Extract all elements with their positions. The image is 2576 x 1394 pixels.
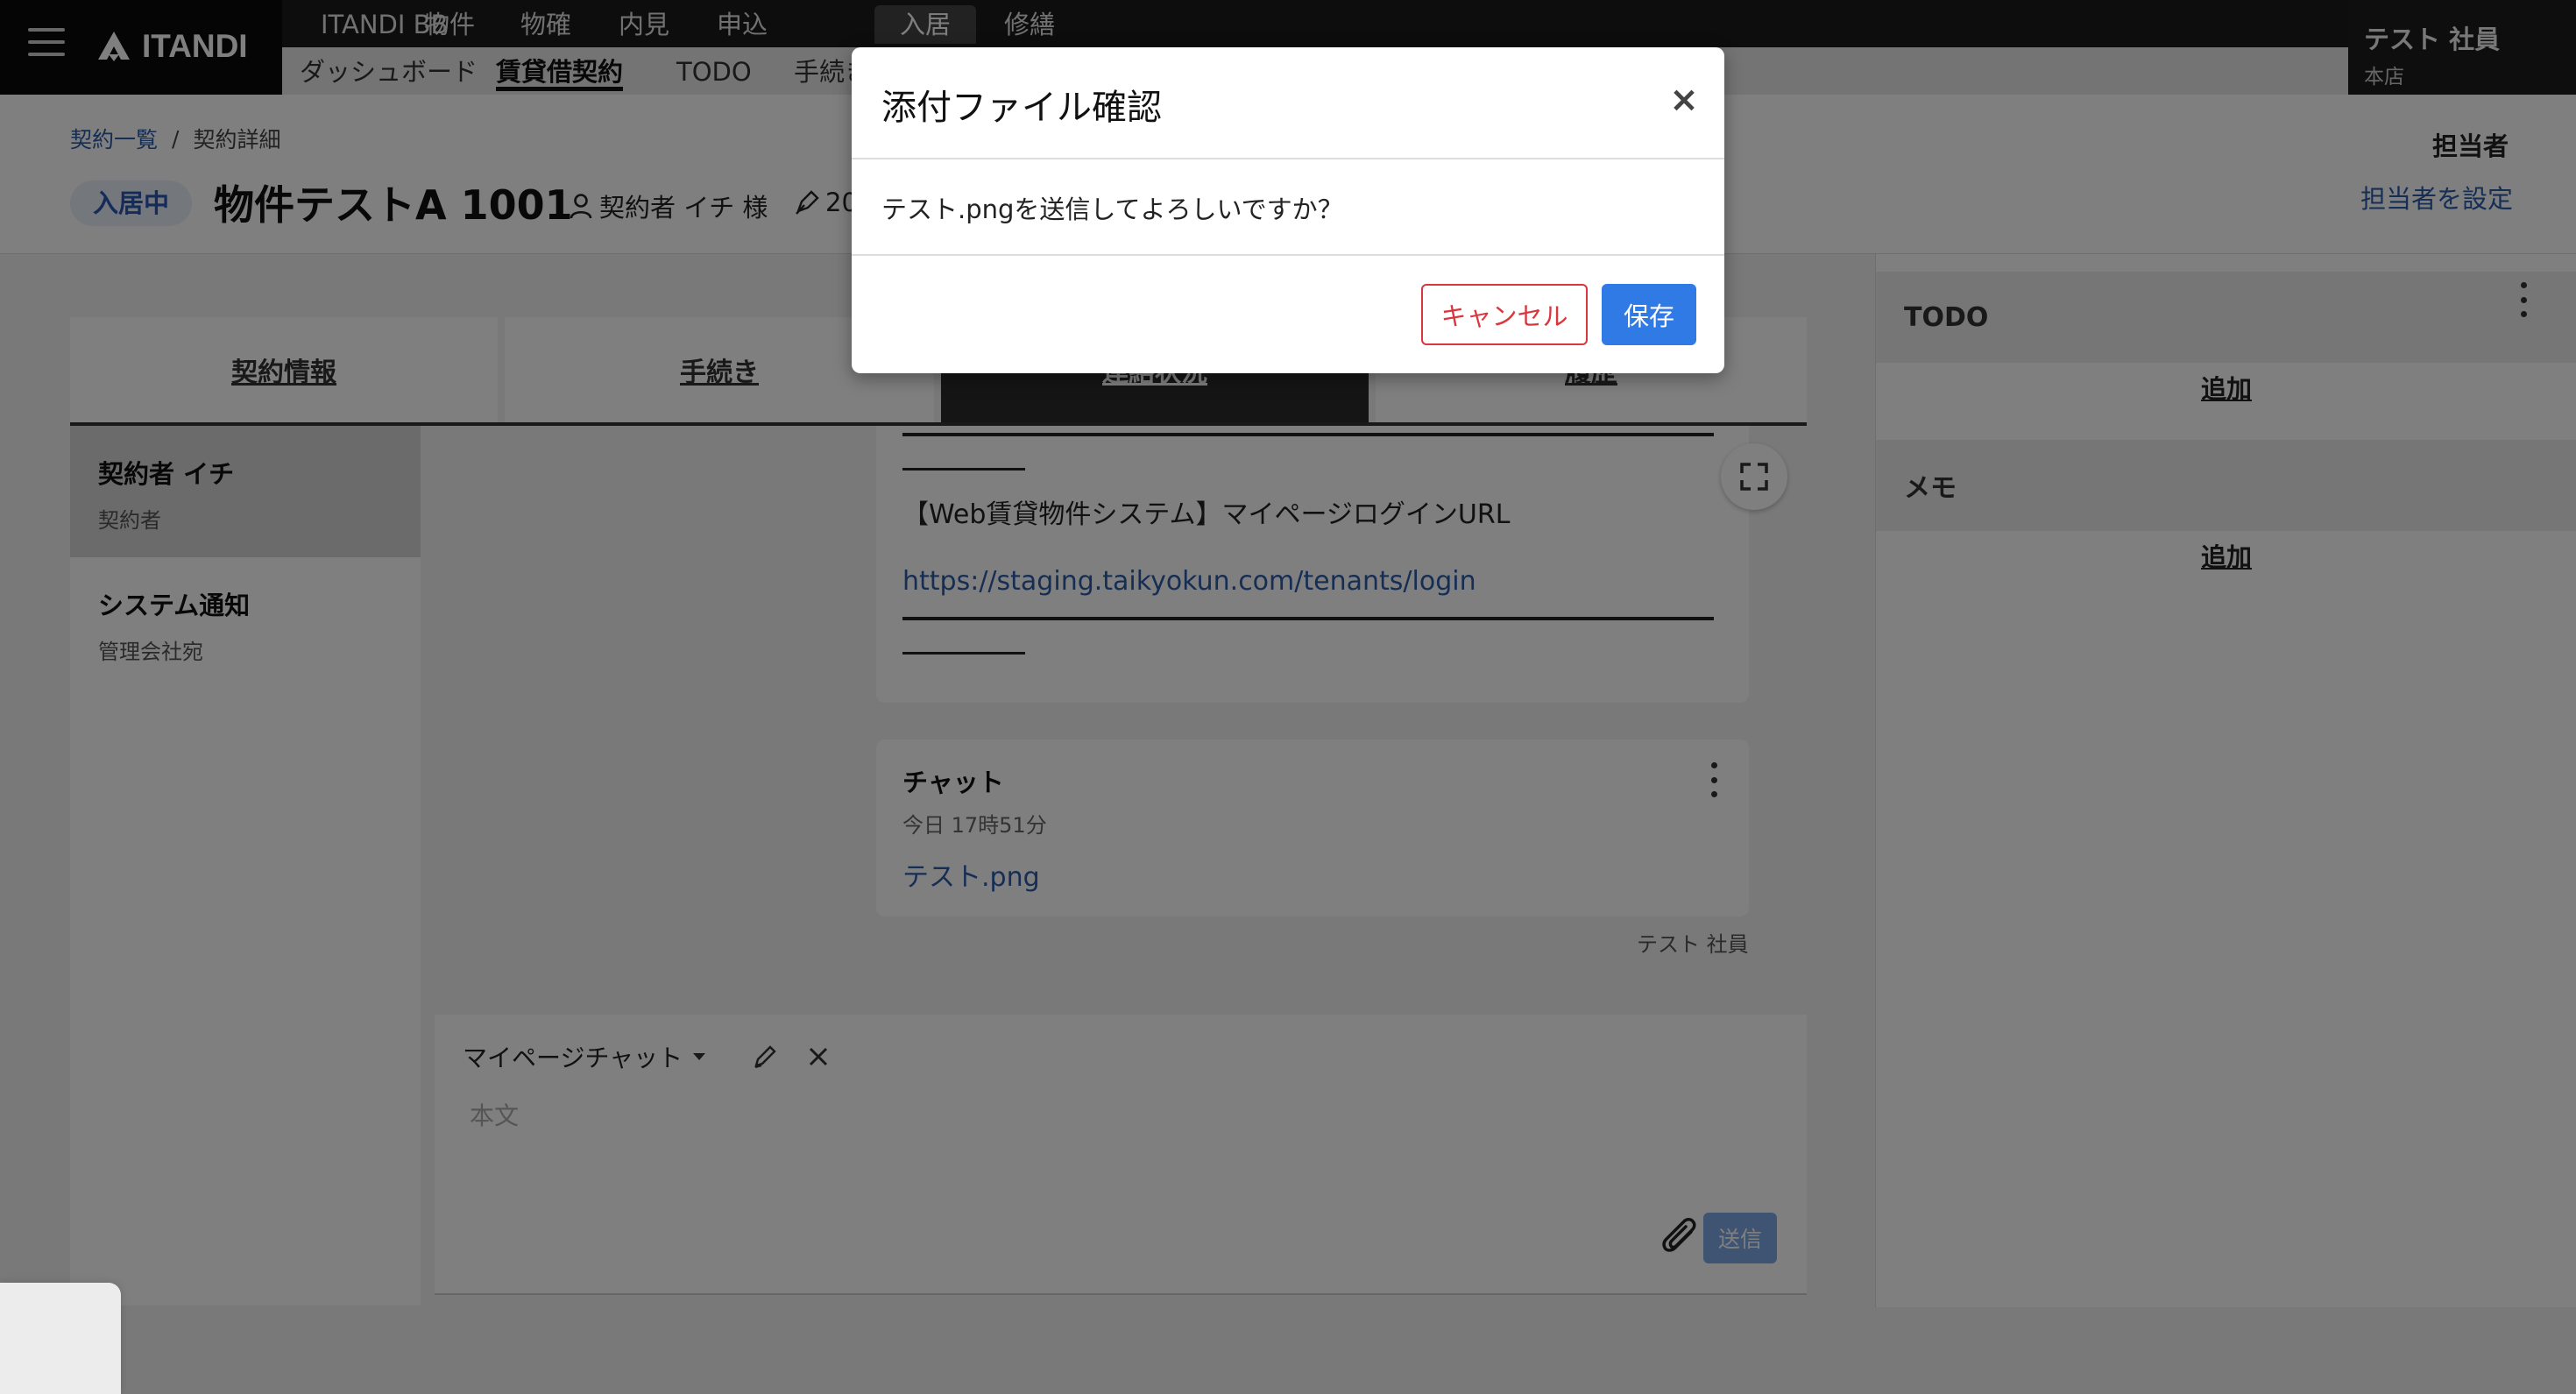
dialog-header: 添付ファイル確認 ×	[852, 47, 1724, 159]
dialog-footer-divider	[852, 254, 1724, 256]
attachment-confirm-dialog: 添付ファイル確認 × テスト.pngを送信してよろしいですか？ キャンセル 保存	[852, 47, 1724, 373]
close-icon[interactable]: ×	[1667, 82, 1702, 117]
save-button[interactable]: 保存	[1602, 284, 1696, 345]
floating-panel-corner	[0, 1283, 121, 1394]
cancel-button[interactable]: キャンセル	[1421, 284, 1588, 345]
dialog-title: 添付ファイル確認	[881, 88, 1162, 128]
dialog-message: テスト.pngを送信してよろしいですか？	[881, 195, 1343, 224]
